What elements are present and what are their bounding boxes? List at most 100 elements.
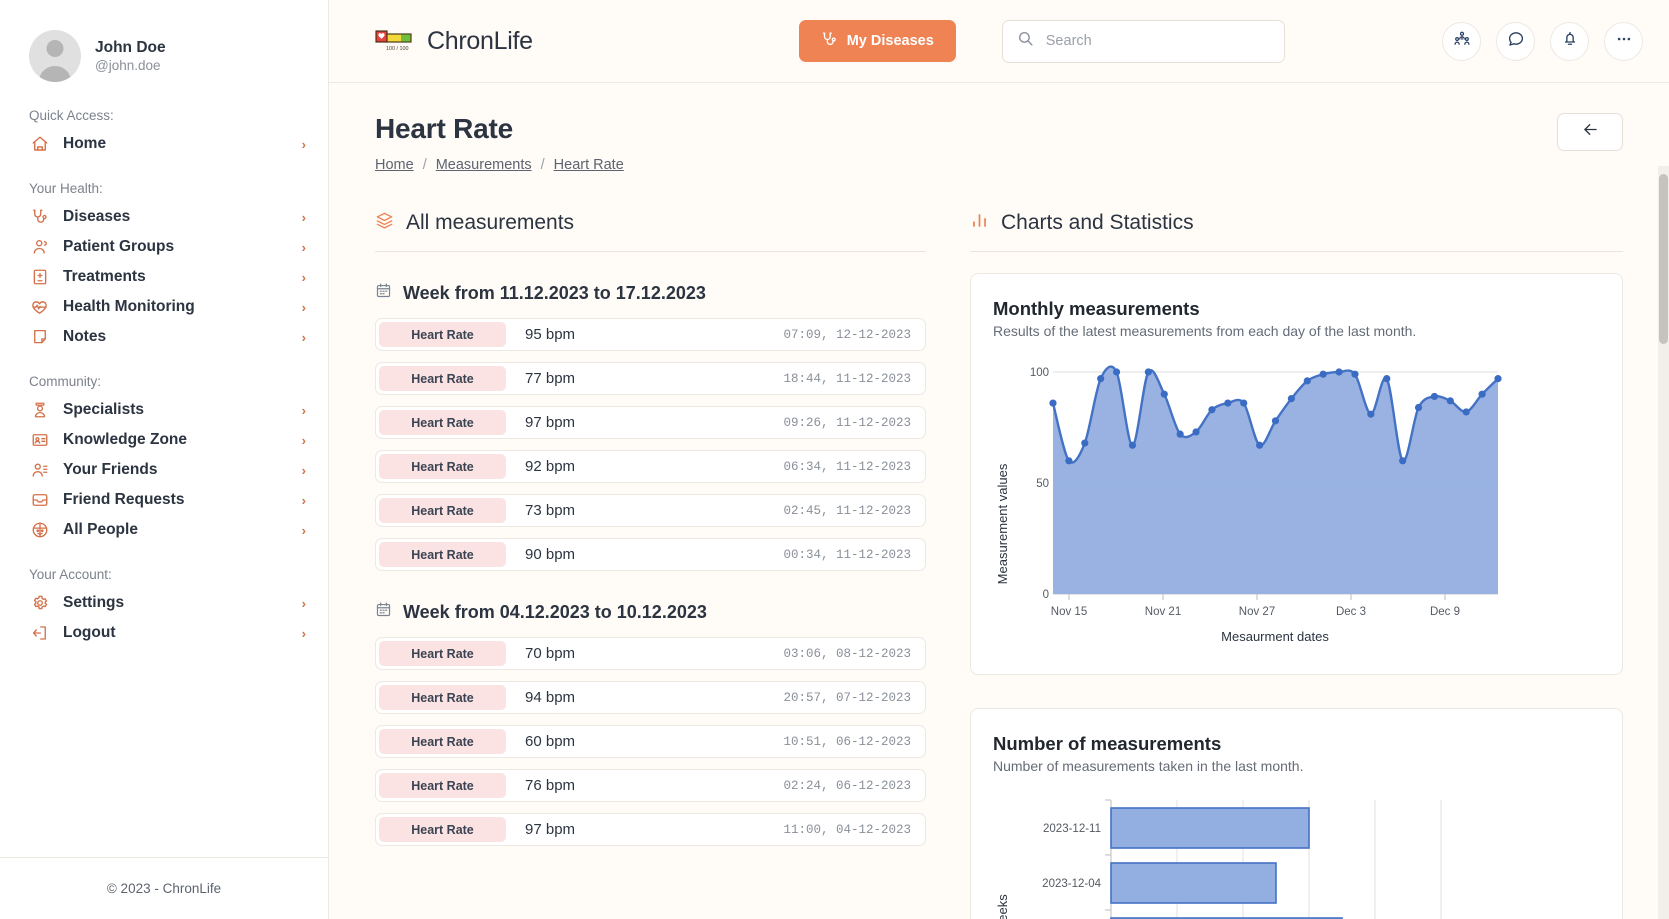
brand-logo[interactable]: 100 / 100 ChronLife <box>375 27 533 56</box>
sidebar-item-notes[interactable]: Notes › <box>0 322 328 352</box>
my-diseases-label: My Diseases <box>846 33 934 49</box>
sidebar-item-settings[interactable]: Settings › <box>0 588 328 618</box>
data-point[interactable] <box>1271 417 1280 425</box>
sidebar-item-label: Your Friends <box>63 461 158 478</box>
data-point[interactable] <box>1462 408 1470 416</box>
people-icon <box>1453 30 1471 53</box>
data-point[interactable] <box>1144 368 1152 376</box>
sidebar-item-patient-groups[interactable]: Patient Groups › <box>0 232 328 262</box>
measurement-row[interactable]: Heart Rate 77 bpm 18:44, 11-12-2023 <box>375 362 926 395</box>
data-point[interactable] <box>1192 428 1200 436</box>
search-box[interactable] <box>1001 19 1285 63</box>
data-point[interactable] <box>1256 441 1264 449</box>
data-point[interactable] <box>1383 375 1391 383</box>
data-point[interactable] <box>1446 397 1454 405</box>
gear-icon <box>29 593 50 613</box>
hospital-icon <box>29 267 50 287</box>
sidebar-item-logout[interactable]: Logout › <box>0 618 328 648</box>
stethoscope-icon <box>821 31 838 52</box>
week-header: Week from 11.12.2023 to 17.12.2023 <box>375 282 926 304</box>
measurement-type-badge: Heart Rate <box>379 729 506 754</box>
data-point[interactable] <box>1049 399 1057 407</box>
data-point[interactable] <box>1224 399 1232 407</box>
x-tick: Nov 15 <box>1051 606 1087 618</box>
sidebar-item-your-friends[interactable]: Your Friends › <box>0 455 328 485</box>
bar-chart-icon <box>970 211 989 235</box>
data-point[interactable] <box>1303 377 1311 385</box>
bell-icon-button[interactable] <box>1550 21 1589 61</box>
data-point[interactable] <box>1430 392 1439 401</box>
data-point[interactable] <box>1128 441 1137 449</box>
breadcrumb-item-measurements[interactable]: Measurements <box>436 157 532 173</box>
chevron-right-icon: › <box>301 625 306 641</box>
profile-name: John Doe <box>95 38 166 56</box>
monthly-measurements-chart[interactable]: Measurement values 100 50 0 Nov 15 Nov 2… <box>993 359 1600 654</box>
sidebar-item-health-monitoring[interactable]: Health Monitoring › <box>0 292 328 322</box>
sidebar-item-specialists[interactable]: Specialists › <box>0 395 328 425</box>
id-card-icon <box>29 430 50 450</box>
data-point[interactable] <box>1097 375 1105 383</box>
measurement-type-badge: Heart Rate <box>379 685 506 710</box>
chevron-right-icon: › <box>301 492 306 508</box>
y-axis-label: Measurement values <box>995 463 1010 584</box>
measurement-row[interactable]: Heart Rate 95 bpm 07:09, 12-12-2023 <box>375 318 926 351</box>
data-point[interactable] <box>1065 457 1073 465</box>
number-of-measurements-chart[interactable]: Weeks 2023-12-11 2023-12-04 <box>993 794 1600 919</box>
measurement-row[interactable]: Heart Rate 60 bpm 10:51, 06-12-2023 <box>375 725 926 758</box>
measurement-row[interactable]: Heart Rate 97 bpm 11:00, 04-12-2023 <box>375 813 926 846</box>
data-point[interactable] <box>1367 410 1375 418</box>
my-diseases-button[interactable]: My Diseases <box>798 20 956 62</box>
data-point[interactable] <box>1081 439 1089 447</box>
data-point[interactable] <box>1335 368 1343 376</box>
copyright-text: © 2023 - ChronLife <box>106 881 222 896</box>
breadcrumb-item-home[interactable]: Home <box>375 157 414 173</box>
sidebar-item-treatments[interactable]: Treatments › <box>0 262 328 292</box>
week-header: Week from 04.12.2023 to 10.12.2023 <box>375 601 926 623</box>
x-tick: Dec 9 <box>1430 606 1460 618</box>
people-icon-button[interactable] <box>1442 21 1481 61</box>
measurement-row[interactable]: Heart Rate 70 bpm 03:06, 08-12-2023 <box>375 637 926 670</box>
data-point[interactable] <box>1494 375 1502 383</box>
data-point[interactable] <box>1208 406 1216 414</box>
data-point[interactable] <box>1176 430 1184 438</box>
back-button[interactable] <box>1557 113 1623 151</box>
sidebar-item-knowledge-zone[interactable]: Knowledge Zone › <box>0 425 328 455</box>
page-scrollbar[interactable] <box>1658 166 1669 919</box>
charts-column: Charts and Statistics Monthly measuremen… <box>970 211 1623 919</box>
chevron-right-icon: › <box>301 432 306 448</box>
data-point[interactable] <box>1112 368 1121 376</box>
search-input[interactable] <box>1045 33 1270 49</box>
data-point[interactable] <box>1160 390 1168 398</box>
card-subtitle: Number of measurements taken in the last… <box>993 758 1304 774</box>
nav-group-label-your-account: Your Account: <box>29 567 112 582</box>
scrollbar-thumb[interactable] <box>1659 174 1668 344</box>
bar-category-label: 2023-12-04 <box>1042 878 1101 890</box>
chat-icon-button[interactable] <box>1496 21 1535 61</box>
measurement-timestamp: 18:44, 11-12-2023 <box>783 371 911 386</box>
data-point[interactable] <box>1240 399 1248 407</box>
measurement-row[interactable]: Heart Rate 73 bpm 02:45, 11-12-2023 <box>375 494 926 527</box>
more-icon-button[interactable] <box>1604 21 1643 61</box>
user-profile[interactable]: John Doe @john.doe <box>0 0 328 82</box>
data-point[interactable] <box>1414 403 1423 412</box>
breadcrumb-item-heart-rate[interactable]: Heart Rate <box>554 157 624 173</box>
sidebar-item-diseases[interactable]: Diseases › <box>0 202 328 232</box>
sidebar-item-friend-requests[interactable]: Friend Requests › <box>0 485 328 515</box>
chevron-right-icon: › <box>301 595 306 611</box>
home-icon <box>29 134 50 154</box>
sidebar-item-home[interactable]: Home › <box>0 129 328 159</box>
measurement-row[interactable]: Heart Rate 92 bpm 06:34, 11-12-2023 <box>375 450 926 483</box>
data-point[interactable] <box>1399 457 1407 465</box>
data-point[interactable] <box>1287 395 1295 403</box>
sidebar-item-all-people[interactable]: All People › <box>0 515 328 545</box>
measurement-row[interactable]: Heart Rate 94 bpm 20:57, 07-12-2023 <box>375 681 926 714</box>
data-point[interactable] <box>1319 370 1327 378</box>
measurement-row[interactable]: Heart Rate 76 bpm 02:24, 06-12-2023 <box>375 769 926 802</box>
measurement-row[interactable]: Heart Rate 97 bpm 09:26, 11-12-2023 <box>375 406 926 439</box>
data-point[interactable] <box>1478 390 1486 398</box>
data-point[interactable] <box>1351 370 1359 378</box>
measurement-value: 94 bpm <box>525 689 576 706</box>
measurement-type-badge: Heart Rate <box>379 410 506 435</box>
nav-group-label-community: Community: <box>29 374 102 389</box>
measurement-row[interactable]: Heart Rate 90 bpm 00:34, 11-12-2023 <box>375 538 926 571</box>
